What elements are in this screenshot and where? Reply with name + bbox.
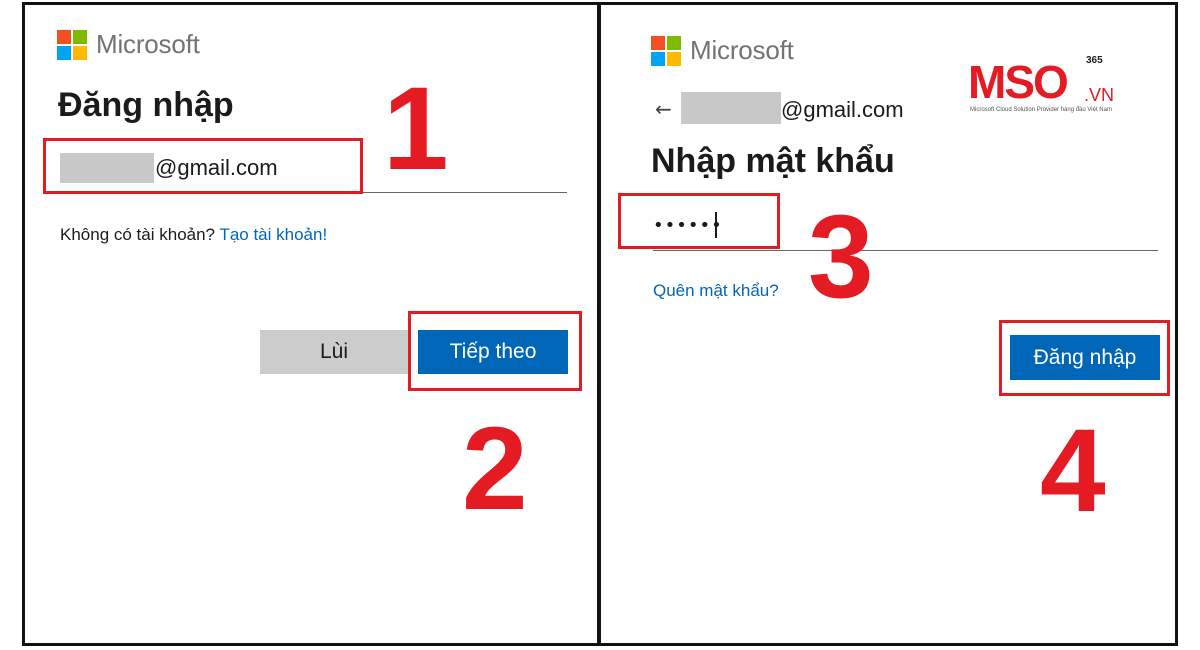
password-field-underline [653, 250, 1158, 251]
no-account-text: Không có tài khoản? [60, 225, 216, 244]
brand-name: Microsoft [96, 29, 200, 59]
back-arrow-icon[interactable]: ← [655, 97, 672, 121]
signed-in-email: @gmail.com [781, 97, 904, 122]
step-number-1: 1 [383, 63, 449, 195]
mso-wordmark: MSO [968, 56, 1069, 108]
microsoft-logo: Microsoft [57, 29, 200, 60]
highlight-next-button [408, 311, 582, 391]
highlight-signin-button [999, 320, 1170, 396]
highlight-email-field [43, 138, 363, 194]
microsoft-squares-icon [57, 29, 87, 60]
create-account-link[interactable]: Tạo tài khoản! [219, 225, 327, 244]
mso-superscript: 365 [1086, 55, 1103, 66]
forgot-password-link[interactable]: Quên mật khẩu? [653, 281, 779, 301]
step-number-3: 3 [808, 191, 874, 323]
back-button[interactable]: Lùi [260, 330, 408, 374]
step-number-2: 2 [462, 403, 528, 535]
brand-name: Microsoft [690, 35, 794, 65]
step-number-4: 4 [1040, 405, 1106, 537]
no-account-row: Không có tài khoản? Tạo tài khoản! [60, 225, 327, 245]
highlight-password-field [618, 193, 780, 249]
microsoft-squares-icon [651, 35, 681, 66]
mso-watermark-logo: MSO 365 .VN Microsoft Cloud Solution Pro… [968, 55, 1128, 125]
page-title: Đăng nhập [58, 86, 234, 124]
masked-email-username [681, 92, 781, 124]
mso-tagline: Microsoft Cloud Solution Provider hàng đ… [970, 107, 1112, 113]
microsoft-logo: Microsoft [651, 35, 794, 66]
tutorial-screenshot: Microsoft Đăng nhập @gmail.com Không có … [0, 0, 1200, 650]
mso-domain-suffix: .VN [1084, 85, 1115, 105]
page-title: Nhập mật khẩu [651, 142, 895, 180]
